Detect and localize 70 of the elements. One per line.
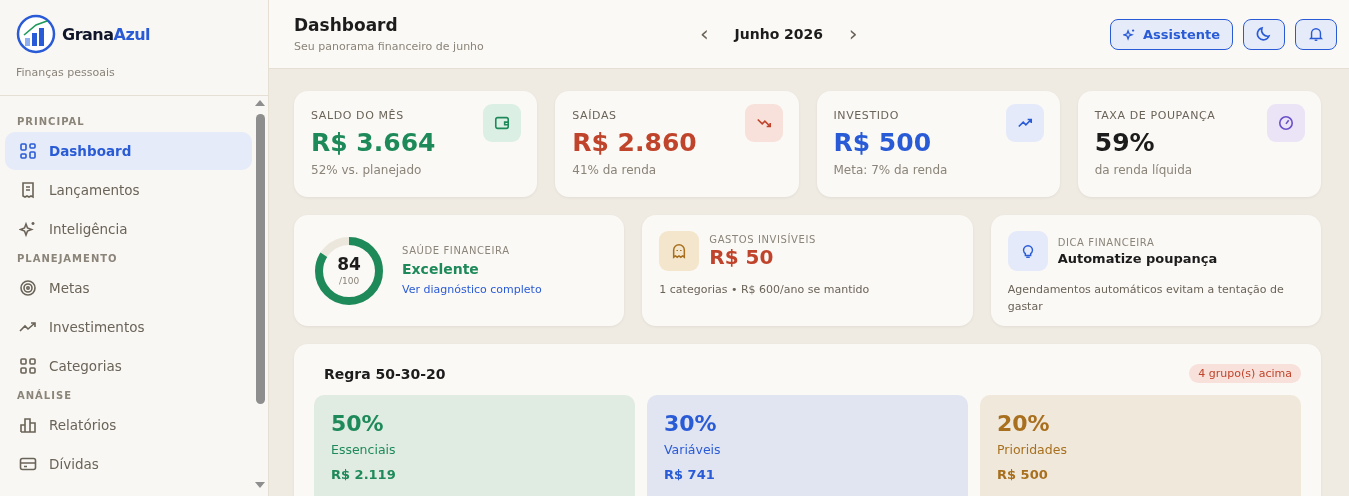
stat-label: TAXA DE POUPANÇA xyxy=(1094,109,1216,122)
group-percent: 30% xyxy=(664,411,718,436)
wallet-icon xyxy=(494,115,511,131)
sparkle-icon xyxy=(19,220,37,238)
sidebar-item[interactable]: Metas xyxy=(5,269,252,307)
card-icon xyxy=(19,455,37,473)
grid-icon xyxy=(19,142,37,160)
rule-title: Regra 50-30-20 xyxy=(324,365,446,382)
grid-icon xyxy=(19,357,37,375)
sparkle-icon xyxy=(1122,27,1136,41)
page-title: Dashboard xyxy=(294,15,399,35)
diagnostic-link[interactable]: Ver diagnóstico completo xyxy=(402,283,542,296)
invisible-amount: R$ 50 xyxy=(709,244,775,269)
previous-month-button[interactable]: ‹ xyxy=(694,23,715,45)
sidebar-item[interactable]: Dashboard xyxy=(5,132,252,170)
group-name: Prioridades xyxy=(997,442,1068,457)
health-ring xyxy=(314,235,384,306)
month-label: Junho 2026 xyxy=(732,26,825,42)
over-limit-badge: 4 grupo(s) acima xyxy=(1189,364,1301,383)
invisible-note: 1 categorias • R$ 600/ano se mantido xyxy=(659,282,871,298)
section-label: ANÁLISE xyxy=(16,390,73,403)
stat-label: SAÍDAS xyxy=(572,109,618,122)
score-max: /100 xyxy=(338,275,360,286)
section-label: PLANEJAMENTO xyxy=(16,253,119,266)
stat-label: SALDO DO MÊS xyxy=(311,109,405,122)
page-subtitle: Seu panorama financeiro de junho xyxy=(294,40,485,53)
logo-icon xyxy=(16,14,56,54)
sidebar-item[interactable]: Dívidas xyxy=(5,445,252,483)
sidebar-item[interactable]: Investimentos xyxy=(5,308,252,346)
health-status: Excelente xyxy=(402,261,480,277)
bell-icon xyxy=(1308,26,1324,42)
tip-title: Automatize poupança xyxy=(1057,250,1218,266)
target-icon xyxy=(19,279,37,297)
stat-value: 59% xyxy=(1094,128,1156,157)
stat-value: R$ 3.664 xyxy=(311,128,436,157)
next-month-button[interactable]: › xyxy=(842,23,864,45)
section-label: PRINCIPAL xyxy=(16,116,86,129)
stat-label: INVESTIDO xyxy=(833,109,900,122)
card-label: GASTOS INVISÍVEIS xyxy=(709,233,816,245)
group-percent: 20% xyxy=(997,411,1051,436)
gauge-icon xyxy=(1278,115,1294,131)
tip-text: Agendamentos automáticos evitam a tentação de gastar xyxy=(1007,282,1285,315)
group-amount: R$ 741 xyxy=(664,467,716,482)
group-amount: R$ 500 xyxy=(997,467,1049,482)
brand-tagline: Finanças pessoais xyxy=(16,66,116,79)
bar-chart-icon xyxy=(19,416,37,434)
stat-value: R$ 500 xyxy=(833,128,933,157)
sidebar-item[interactable]: Relatórios xyxy=(5,406,252,444)
assistant-button[interactable]: Assistente xyxy=(1109,18,1233,50)
card-label: DICA FINANCEIRA xyxy=(1057,236,1156,248)
card-label: SAÚDE FINANCEIRA xyxy=(402,245,511,256)
group-name: Variáveis xyxy=(664,442,722,457)
notifications-button[interactable] xyxy=(1295,18,1337,50)
sidebar-item[interactable]: Categorias xyxy=(5,347,252,385)
moon-icon xyxy=(1255,25,1273,43)
group-percent: 50% xyxy=(331,411,385,436)
brand-name: GranaAzul xyxy=(62,24,151,44)
stat-note: 41% da renda xyxy=(572,163,658,177)
receipt-icon xyxy=(19,181,37,199)
sidebar-item[interactable]: Inteligência xyxy=(5,210,252,248)
group-name: Essenciais xyxy=(331,442,397,457)
stat-note: Meta: 7% da renda xyxy=(833,163,948,177)
ghost-icon xyxy=(671,243,688,259)
theme-toggle-button[interactable] xyxy=(1243,18,1285,50)
stat-note: 52% vs. planejado xyxy=(311,163,423,177)
health-score: 84 xyxy=(337,255,361,273)
group-amount: R$ 2.119 xyxy=(331,467,397,482)
stat-note: da renda líquida xyxy=(1094,163,1194,177)
stat-value: R$ 2.860 xyxy=(572,128,697,157)
sidebar-item[interactable]: Lançamentos xyxy=(5,171,252,209)
